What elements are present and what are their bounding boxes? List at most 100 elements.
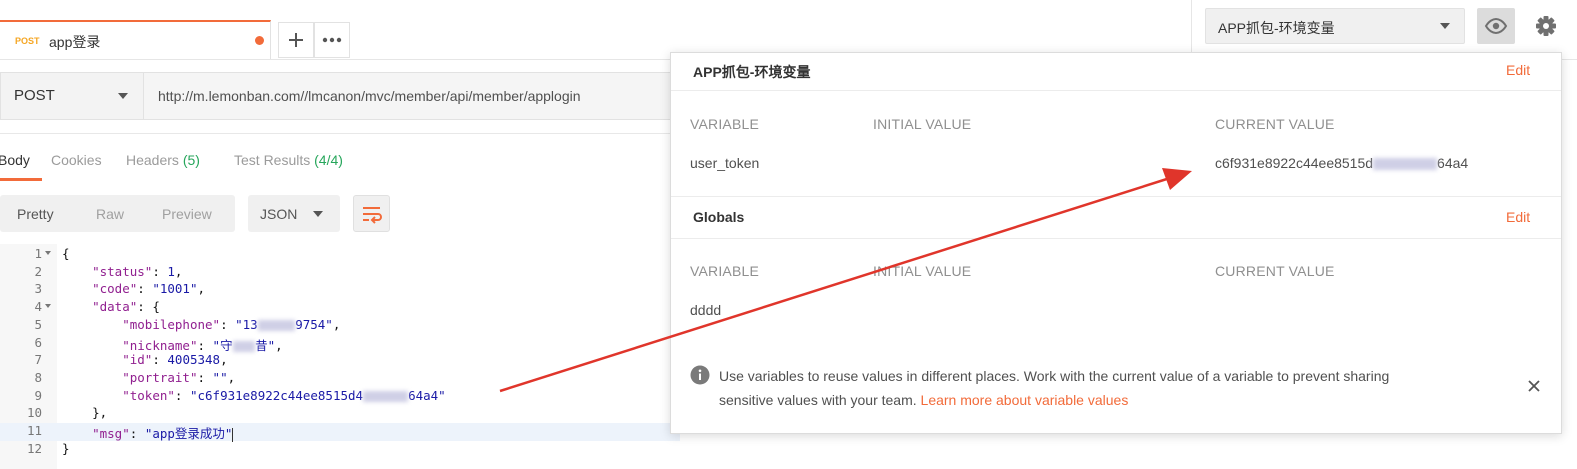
variables-info-message: Use variables to reuse values in differe…: [719, 364, 1509, 412]
code-token: ,: [174, 263, 183, 279]
code-token: "token": [122, 387, 175, 403]
response-divider: [0, 133, 680, 134]
code-token: :: [220, 316, 236, 332]
code-line: 1{: [0, 246, 680, 264]
tab-method-label: POST: [15, 36, 40, 46]
line-number: 4: [34, 299, 42, 315]
code-token: "nickname": [122, 337, 198, 353]
eye-icon: [1484, 17, 1508, 35]
code-token: 64a4": [408, 387, 446, 403]
code-token: ,: [332, 316, 341, 332]
header-divider: [1191, 0, 1192, 52]
section-divider: [671, 90, 1561, 91]
gear-icon: [1536, 16, 1556, 36]
code-token: ,: [197, 281, 206, 297]
code-line: 2 "status": 1,: [0, 264, 680, 282]
variable-current-value: c6f931e8922c44ee8515d 64a4: [1215, 155, 1468, 171]
line-number: 10: [26, 405, 42, 421]
wrap-icon: [363, 207, 382, 224]
code-token: :: [197, 337, 213, 353]
edit-environment-link[interactable]: Edit: [1506, 62, 1530, 78]
code-token: :: [197, 369, 213, 385]
code-text: {: [62, 246, 70, 261]
close-icon[interactable]: [1527, 379, 1541, 393]
format-select-value: JSON: [260, 206, 298, 222]
redacted-block: [1373, 158, 1438, 171]
code-token: 9754": [295, 316, 333, 332]
edit-globals-link[interactable]: Edit: [1506, 209, 1530, 225]
unsaved-dot-icon: [255, 36, 264, 45]
variable-name: user_token: [690, 155, 760, 171]
column-header-current: CURRENT VALUE: [1215, 263, 1335, 279]
line-number: 3: [34, 281, 42, 297]
code-token: "msg": [92, 426, 130, 441]
fold-toggle-icon[interactable]: [45, 304, 51, 309]
column-header-initial: INITIAL VALUE: [873, 116, 972, 132]
more-icon: [322, 37, 342, 43]
current-value-start: c6f931e8922c44ee8515d: [1215, 155, 1374, 171]
url-input-value: http://m.lemonban.com//lmcanon/mvc/membe…: [158, 88, 581, 104]
code-line: 5 "mobilephone": "13 9754",: [0, 317, 680, 335]
code-text: "token": "c6f931e8922c44ee8515d4 64a4": [62, 387, 446, 403]
code-text: "id": 4005348,: [62, 352, 227, 368]
code-text: "status": 1,: [62, 264, 182, 279]
code-text: "mobilephone": "13 9754",: [62, 317, 340, 332]
redacted-block: [363, 390, 409, 402]
tab-test-results-label: Test Results: [234, 152, 311, 168]
code-line: 7 "id": 4005348,: [0, 352, 680, 370]
line-number: 5: [34, 316, 42, 332]
request-tab-active[interactable]: [0, 20, 271, 60]
manage-environments-button[interactable]: [1528, 8, 1564, 44]
view-raw-button[interactable]: Raw: [96, 206, 124, 222]
method-select-value: POST: [14, 87, 55, 104]
code-text: "portrait": "",: [62, 370, 235, 385]
code-token: :: [129, 426, 145, 441]
tab-headers-label: Headers: [126, 152, 179, 168]
code-line: 10 },: [0, 405, 680, 423]
text-cursor: [232, 427, 234, 442]
column-header-initial: INITIAL VALUE: [873, 263, 972, 279]
tab-headers[interactable]: Headers (5): [126, 152, 200, 168]
tab-body[interactable]: Body: [0, 152, 30, 168]
column-header-variable: VARIABLE: [690, 116, 760, 132]
redacted-block: [257, 319, 296, 331]
tab-title[interactable]: app登录: [49, 32, 100, 52]
learn-more-link[interactable]: Learn more about variable values: [921, 392, 1129, 408]
code-token: "data": [92, 299, 138, 315]
code-token: :: [152, 352, 168, 368]
headers-count: (5): [182, 152, 200, 168]
code-token: }: [62, 440, 70, 456]
wrap-lines-button[interactable]: [353, 195, 390, 232]
info-text-line-1: Use variables to reuse values in differe…: [719, 368, 1390, 384]
chevron-down-icon: [118, 93, 128, 99]
view-pretty-button[interactable]: Pretty: [17, 206, 54, 222]
code-token: 1: [167, 263, 175, 279]
code-token: "portrait": [122, 369, 198, 385]
tab-test-results[interactable]: Test Results (4/4): [234, 152, 343, 168]
fold-toggle-icon[interactable]: [45, 251, 51, 255]
code-token: :: [137, 281, 153, 297]
line-number: 6: [34, 334, 42, 350]
line-number: 2: [34, 263, 42, 279]
column-header-variable: VARIABLE: [690, 263, 760, 279]
code-text: "data": {: [62, 299, 160, 314]
code-token: {: [62, 246, 70, 261]
tab-options-button[interactable]: [314, 22, 350, 58]
new-tab-button[interactable]: [278, 22, 314, 58]
code-token: : {: [137, 299, 160, 315]
tab-cookies[interactable]: Cookies: [51, 152, 102, 168]
code-line: 12}: [0, 441, 680, 459]
code-token: "app登录成功": [144, 426, 233, 441]
code-token: "守: [212, 337, 233, 353]
environment-quick-look-button[interactable]: [1477, 8, 1515, 44]
view-preview-button[interactable]: Preview: [162, 206, 212, 222]
code-token: ,: [227, 369, 236, 385]
